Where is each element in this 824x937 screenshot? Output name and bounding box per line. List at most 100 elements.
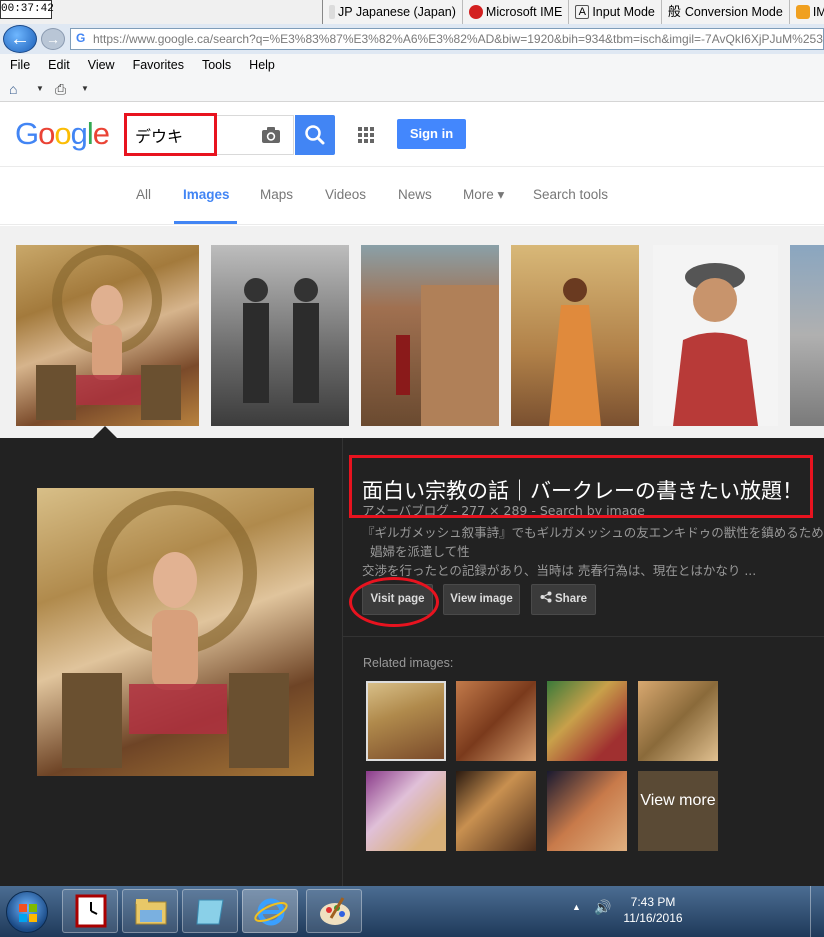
result-source[interactable]: アメーバブログ [362,503,449,518]
windows-taskbar: ▲ 🔊 7:43 PM 11/16/2016 [0,886,824,937]
image-result-6[interactable] [790,245,824,426]
ime-bar: 00:37:42 JP Japanese (Japan) Microsoft I… [0,0,824,24]
home-icon[interactable]: ⌂ [9,81,17,97]
ime-input-mode-label: Input Mode [592,5,655,19]
ime-toolbar: JP Japanese (Japan) Microsoft IME A Inpu… [322,0,824,24]
view-more-button[interactable]: View more [638,771,718,851]
home-dropdown-icon[interactable]: ▼ [36,84,44,93]
search-input[interactable] [135,124,255,146]
search-button[interactable] [295,115,335,155]
view-image-button[interactable]: View image [443,584,520,615]
google-logo[interactable]: Google [15,116,110,152]
panel-divider-horizontal [342,636,824,637]
related-image-3[interactable] [547,681,627,761]
system-clock[interactable]: 7:43 PM 11/16/2016 [618,894,688,926]
system-time: 7:43 PM [630,895,676,909]
camera-icon[interactable] [261,126,281,144]
grip-icon [329,5,335,19]
meta-separator: - [531,503,540,518]
menu-help[interactable]: Help [239,58,283,72]
forward-arrow-icon: → [46,31,60,47]
show-hidden-icons-icon[interactable]: ▲ [572,902,581,912]
image-result-5[interactable] [653,245,778,426]
taskbar-clock-app[interactable] [62,889,118,933]
selected-image-art [62,491,289,768]
taskbar-explorer[interactable] [122,889,178,933]
taskbar-internet-explorer[interactable] [242,889,298,933]
command-bar: ⌂ ▼ ⎙ ▼ [0,76,824,102]
related-image-5[interactable] [366,771,446,851]
image-result-2-art [243,278,319,403]
ime-icon [468,5,483,19]
menu-view[interactable]: View [78,58,123,72]
image-result-4[interactable] [511,245,639,426]
image-result-5-art [673,263,758,426]
forward-button[interactable]: → [41,28,65,50]
ime-pad-label: IME Pa [812,5,824,19]
system-date: 11/16/2016 [623,911,683,925]
description-line-2: 娼婦を派遣して性 [370,544,470,559]
ime-language[interactable]: JP Japanese (Japan) [323,0,463,24]
internet-explorer-icon [254,898,288,926]
tab-images[interactable]: Images [183,187,230,202]
image-results-strip [0,226,824,438]
start-button[interactable] [6,891,48,933]
notepad-icon [196,899,224,925]
image-result-2[interactable] [211,245,349,426]
related-image-6[interactable] [456,771,536,851]
menu-tools[interactable]: Tools [192,58,239,72]
conversion-mode-icon: 般 [667,4,681,19]
result-meta: アメーバブログ - 277 × 289 - Search by image [362,500,645,519]
tab-search-tools[interactable]: Search tools [533,187,608,202]
taskbar-notes[interactable] [182,889,238,933]
google-header: Google Sign in [0,102,824,166]
tab-news[interactable]: News [398,187,432,202]
ime-pad-icon [795,5,810,19]
image-result-4-art [549,278,601,426]
description-line-3: 交渉を行ったとの記録があり、当時は 売春行為は、現在とはかなり ... [362,563,757,578]
show-desktop-button[interactable] [810,886,824,937]
taskbar-paint[interactable] [306,889,362,933]
selected-image-preview[interactable] [37,488,314,776]
related-image-7[interactable] [547,771,627,851]
address-row: ← → G https://www.google.ca/search?q=%E3… [0,24,824,54]
tab-more[interactable]: More ▾ [463,187,504,203]
related-image-1[interactable] [366,681,446,761]
tab-maps[interactable]: Maps [260,187,293,202]
menu-favorites[interactable]: Favorites [123,58,192,72]
related-image-4[interactable] [638,681,718,761]
image-result-1[interactable] [16,245,199,426]
search-box [126,115,294,155]
windows-logo-icon [19,904,37,922]
ime-pad[interactable]: IME Pa [790,0,824,24]
image-detail-panel: 面白い宗教の話｜バークレーの書きたい放題！ アメーバブログ - 277 × 28… [0,438,824,886]
sign-in-button[interactable]: Sign in [397,119,466,149]
address-bar[interactable]: G https://www.google.ca/search?q=%E3%83%… [70,28,824,50]
print-dropdown-icon[interactable]: ▼ [81,84,89,93]
related-image-2[interactable] [456,681,536,761]
clock-readout: 00:37:42 [0,0,54,19]
image-result-3-art [396,285,499,426]
ime-input-mode[interactable]: A Input Mode [569,0,662,24]
tab-videos[interactable]: Videos [325,187,366,202]
back-arrow-icon: ← [10,28,30,50]
menu-edit[interactable]: Edit [38,58,78,72]
description-line-1: 『ギルガメッシュ叙事詩』でもギルガメッシュの友エンキドゥの獣性を鎮めるために、 [362,525,824,540]
visit-page-button[interactable]: Visit page [362,584,433,615]
result-size: 277 × 289 [461,503,528,518]
share-button[interactable]: Share [531,584,596,615]
apps-grid-icon[interactable] [358,127,374,143]
selected-pointer [93,426,117,438]
print-icon[interactable]: ⎙ [55,81,66,98]
search-by-image-link[interactable]: Search by image [540,503,645,518]
share-icon [540,591,552,603]
back-button[interactable]: ← [3,25,37,53]
menu-file[interactable]: File [0,58,38,72]
image-result-1-art [36,245,181,420]
clock-app-icon [75,894,107,928]
ime-conversion-mode[interactable]: 般 Conversion Mode [662,0,790,24]
ime-microsoft[interactable]: Microsoft IME [463,0,570,24]
tab-all[interactable]: All [136,187,151,202]
volume-icon[interactable]: 🔊 [594,899,611,916]
image-result-3[interactable] [361,245,499,426]
